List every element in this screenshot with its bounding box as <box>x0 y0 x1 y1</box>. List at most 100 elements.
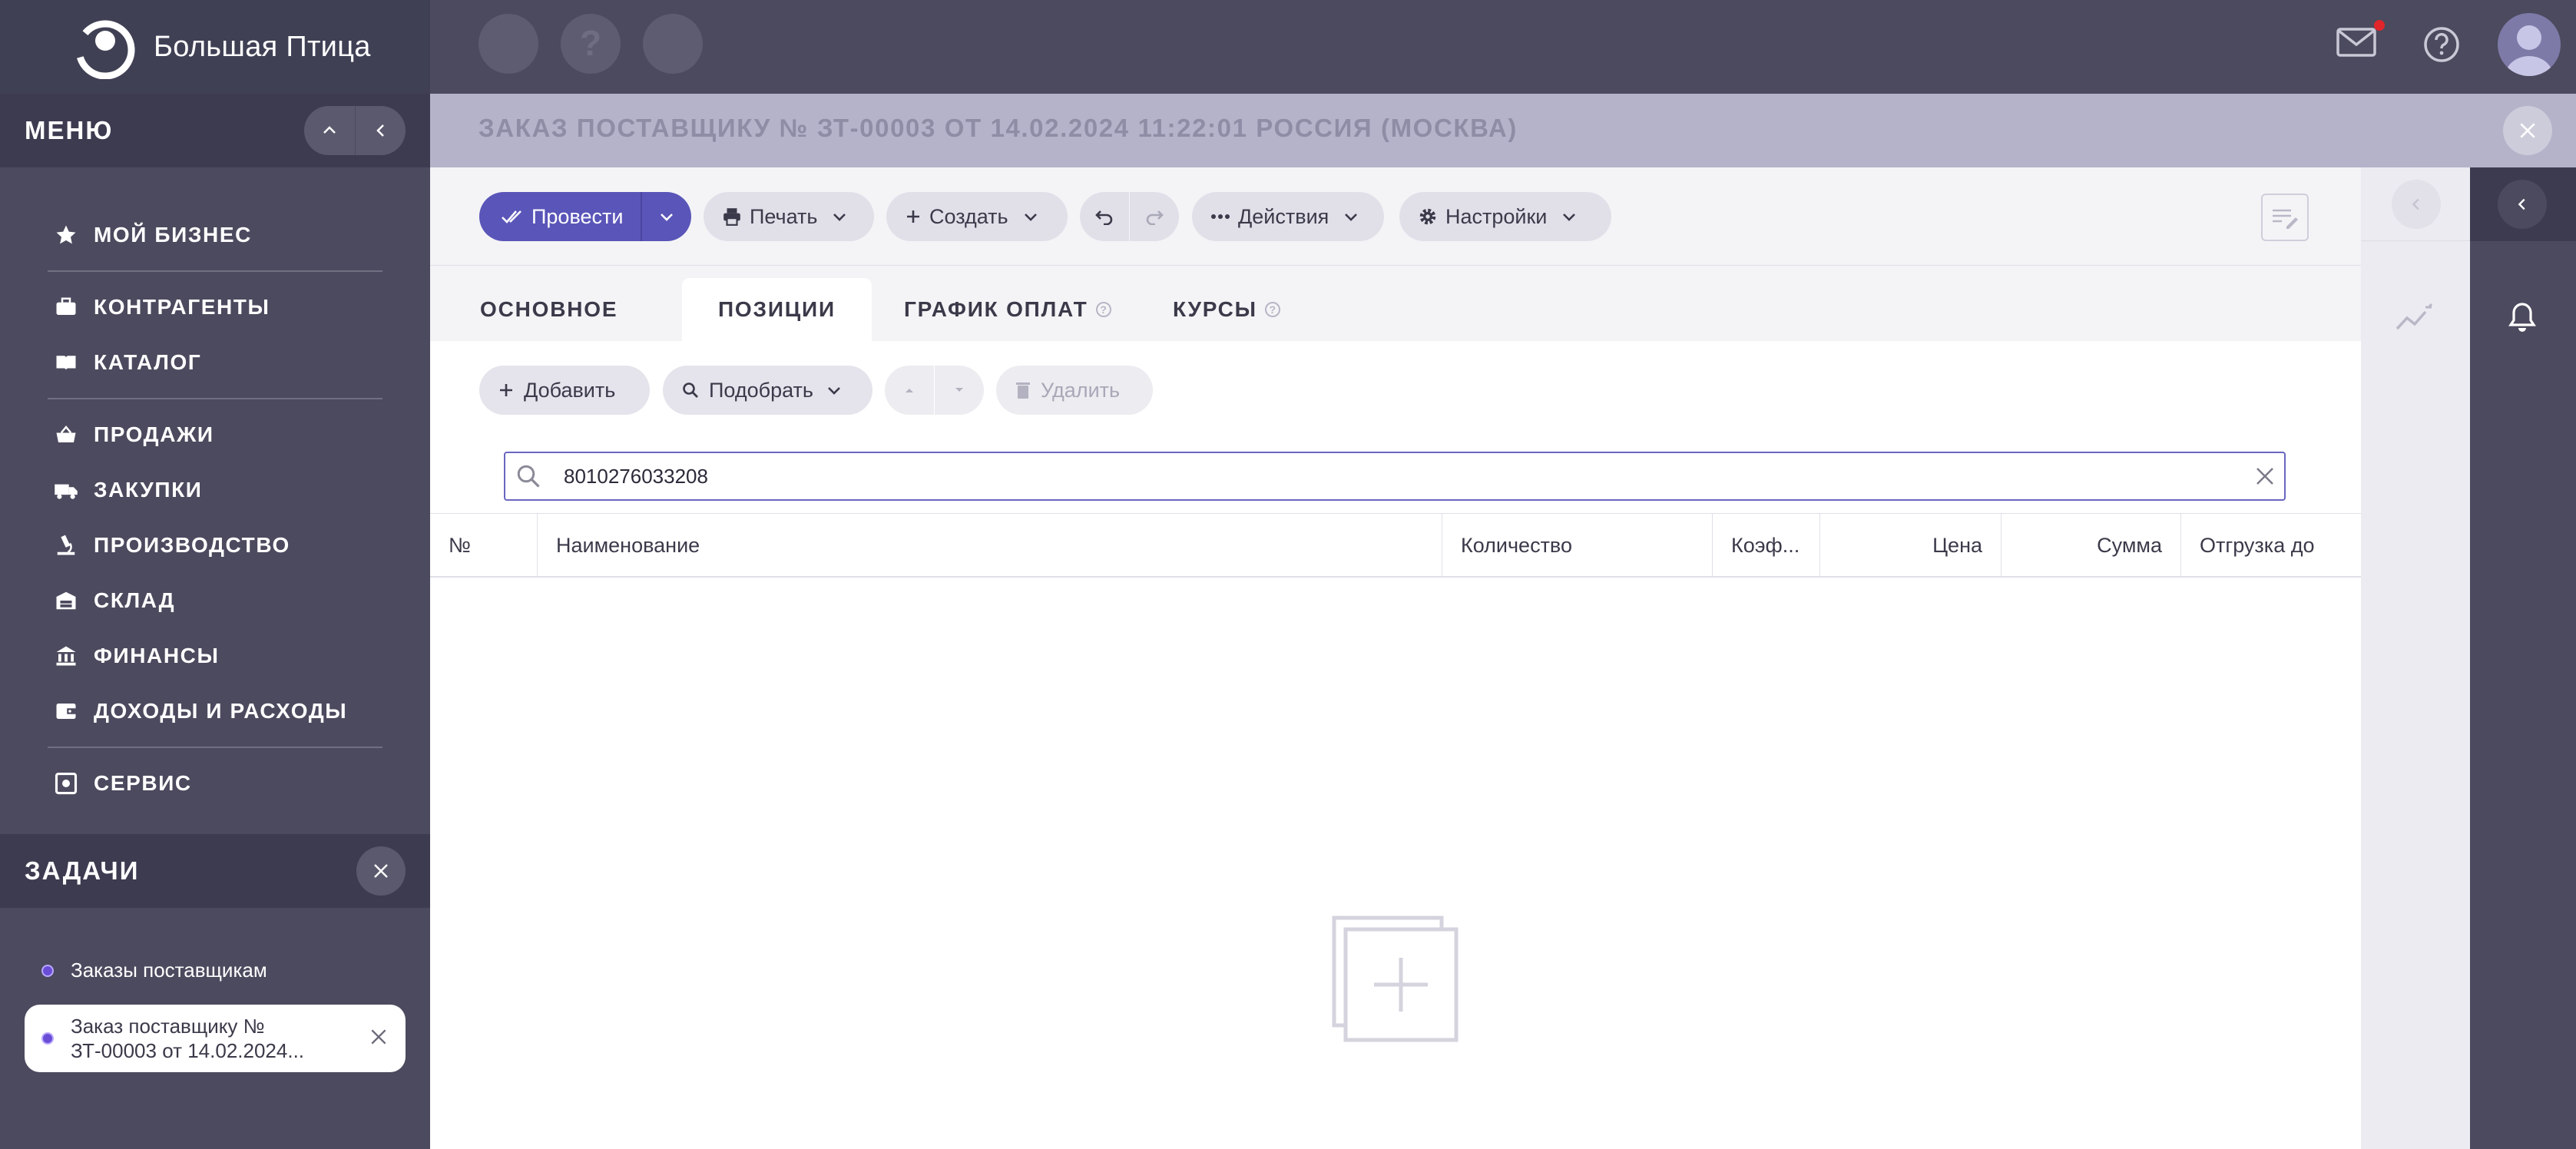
add-button-label: Добавить <box>524 378 616 402</box>
svg-text:?: ? <box>580 23 601 63</box>
close-tasks-button[interactable] <box>356 846 406 896</box>
menu-divider <box>48 747 382 748</box>
close-icon <box>2256 468 2273 485</box>
sidebar-item-finance[interactable]: ФИНАНСЫ <box>0 628 430 684</box>
close-task-button[interactable] <box>369 1027 389 1051</box>
top-action-button[interactable] <box>643 14 703 74</box>
brand-name: Большая Птица <box>154 30 371 63</box>
task-item[interactable]: Заказы поставщикам <box>41 959 267 982</box>
select-button-label: Подобрать <box>709 378 813 402</box>
task-label: Заказ поставщику № ЗТ-00003 от 14.02.202… <box>71 1015 305 1062</box>
actions-button-label: Действия <box>1238 204 1329 228</box>
notification-dot <box>2374 20 2385 31</box>
close-document-button[interactable] <box>2503 106 2552 155</box>
tab-label: КУРСЫ <box>1173 297 1257 321</box>
collapse-menu-button[interactable] <box>304 106 355 155</box>
chart-trend-icon[interactable] <box>2395 303 2435 337</box>
create-button-label: Создать <box>929 204 1008 228</box>
redo-button[interactable] <box>1130 192 1179 241</box>
collapse-analytics-button[interactable] <box>2392 180 2441 229</box>
column-header-quantity[interactable]: Количество <box>1442 514 1713 577</box>
chevron-down-icon <box>1343 208 1359 225</box>
help-hint-icon[interactable]: ? <box>1095 302 1111 317</box>
tasks-title: ЗАДАЧИ <box>25 856 140 885</box>
tab-main[interactable]: ОСНОВНОЕ <box>444 278 654 341</box>
tab-label: ОСНОВНОЕ <box>480 297 618 321</box>
check-double-icon <box>501 208 524 225</box>
wallet-icon <box>52 697 80 725</box>
task-dot-icon <box>41 964 54 977</box>
sidebar-item-income-expenses[interactable]: ДОХОДЫ И РАСХОДЫ <box>0 684 430 739</box>
print-button[interactable]: Печать <box>704 192 874 241</box>
post-button[interactable]: Провести <box>479 192 641 241</box>
logo[interactable]: Большая Птица <box>0 0 430 94</box>
tab-label: ПОЗИЦИИ <box>718 297 836 321</box>
undo-button[interactable] <box>1080 192 1129 241</box>
tab-payment-schedule[interactable]: ГРАФИК ОПЛАТ ? <box>868 278 1147 341</box>
help-hint-icon[interactable]: ? <box>1264 302 1280 317</box>
delete-position-button[interactable]: Удалить <box>996 366 1153 415</box>
clear-search-button[interactable] <box>2246 465 2284 488</box>
empty-list-add-icon[interactable] <box>1332 916 1462 1050</box>
column-header-ship-by[interactable]: Отгрузка до <box>2181 514 2361 577</box>
microscope-icon <box>52 531 80 559</box>
tab-rates[interactable]: КУРСЫ ? <box>1137 278 1316 341</box>
hide-sidebar-button[interactable] <box>355 106 406 155</box>
add-position-button[interactable]: Добавить <box>479 366 650 415</box>
task-item-active[interactable]: Заказ поставщику № ЗТ-00003 от 14.02.202… <box>25 1005 406 1072</box>
create-button[interactable]: Создать <box>886 192 1068 241</box>
tasks-header: ЗАДАЧИ <box>0 834 430 908</box>
sidebar-item-contractors[interactable]: КОНТРАГЕНТЫ <box>0 280 430 335</box>
post-options-button[interactable] <box>641 192 691 241</box>
sidebar-item-my-business[interactable]: МОЙ БИЗНЕС <box>0 207 430 263</box>
top-action-button[interactable] <box>478 14 538 74</box>
more-dots-icon <box>1210 213 1230 220</box>
column-header-number[interactable]: № <box>430 514 538 577</box>
sidebar-item-label: СКЛАД <box>94 588 176 612</box>
close-icon <box>371 1028 386 1045</box>
sidebar-item-sales[interactable]: ПРОДАЖИ <box>0 407 430 462</box>
analytics-panel <box>2361 167 2470 1149</box>
select-positions-button[interactable]: Подобрать <box>663 366 872 415</box>
page-title: ЗАКАЗ ПОСТАВЩИКУ № ЗТ-00003 ОТ 14.02.202… <box>478 114 1518 142</box>
edit-mode-button[interactable] <box>2261 194 2309 241</box>
avatar[interactable] <box>2498 13 2561 76</box>
sidebar-item-service[interactable]: СЕРВИС <box>0 756 430 811</box>
sidebar-item-purchases[interactable]: ЗАКУПКИ <box>0 462 430 518</box>
search-input[interactable] <box>564 464 2246 488</box>
chevron-down-icon <box>826 382 843 399</box>
column-header-price[interactable]: Цена <box>1820 514 2002 577</box>
brand-logo-icon <box>69 15 141 80</box>
chevron-down-icon <box>1561 208 1578 225</box>
sidebar-item-catalog[interactable]: КАТАЛОГ <box>0 335 430 390</box>
task-dot-icon <box>41 1032 54 1045</box>
sidebar-item-label: ЗАКУПКИ <box>94 478 203 502</box>
document-title-bar: ЗАКАЗ ПОСТАВЩИКУ № ЗТ-00003 ОТ 14.02.202… <box>430 94 2576 167</box>
service-icon <box>52 770 80 797</box>
collapse-notifications-button[interactable] <box>2498 180 2547 229</box>
column-header-name[interactable]: Наименование <box>538 514 1442 577</box>
actions-button[interactable]: Действия <box>1192 192 1384 241</box>
help-icon[interactable] <box>2423 26 2460 67</box>
move-down-button[interactable] <box>935 366 984 415</box>
column-header-sum[interactable]: Сумма <box>2002 514 2181 577</box>
sidebar-item-production[interactable]: ПРОИЗВОДСТВО <box>0 518 430 573</box>
gear-icon <box>1418 207 1438 227</box>
help-circle-button[interactable]: ? <box>561 14 621 74</box>
delete-button-label: Удалить <box>1041 378 1121 402</box>
tab-positions[interactable]: ПОЗИЦИИ <box>682 278 872 341</box>
settings-button[interactable]: Настройки <box>1399 192 1611 241</box>
close-icon <box>2520 123 2535 138</box>
move-up-button[interactable] <box>885 366 934 415</box>
column-header-coefficient[interactable]: Коэф... <box>1713 514 1820 577</box>
truck-icon <box>52 476 80 504</box>
mail-icon[interactable] <box>2336 25 2376 64</box>
bell-icon[interactable] <box>2508 301 2536 337</box>
sidebar-item-warehouse[interactable]: СКЛАД <box>0 573 430 628</box>
plus-icon <box>498 382 515 399</box>
top-bar <box>430 0 2576 94</box>
sidebar-item-label: ПРОДАЖИ <box>94 422 214 446</box>
star-icon <box>52 221 80 249</box>
tab-label: ГРАФИК ОПЛАТ <box>904 297 1088 321</box>
sidebar-item-label: ФИНАНСЫ <box>94 644 220 667</box>
